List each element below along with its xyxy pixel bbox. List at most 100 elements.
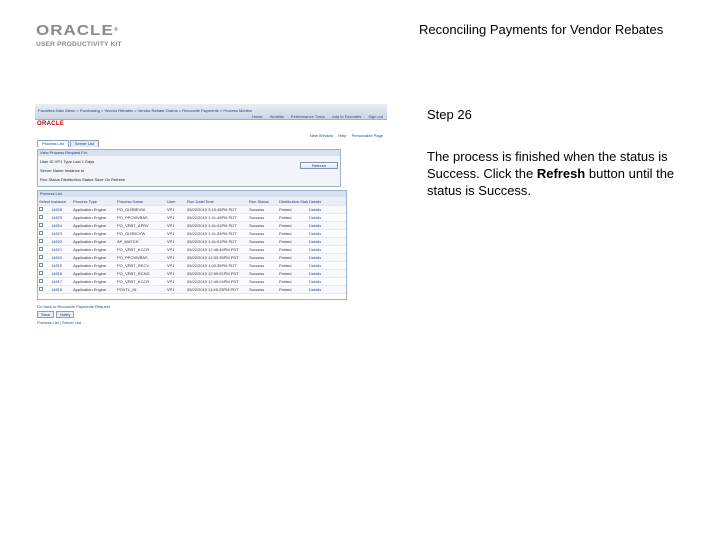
table-cell: 14826: [51, 207, 63, 212]
grid-col-header: Distribution Status: [279, 198, 308, 204]
screenshot-criteria-title: View Process Request For: [38, 150, 340, 156]
table-cell: Details: [309, 215, 322, 220]
table-cell: Details: [309, 239, 322, 244]
screenshot-tab-server-list: Server List: [69, 140, 99, 147]
row-checkbox: [38, 271, 50, 276]
table-cell: PO_VRBT_ACCR: [117, 247, 150, 252]
table-cell: VP1: [167, 287, 175, 292]
table-cell: 05/22/2013 12:59:51PM PDT: [187, 271, 239, 276]
table-cell: Application Engine: [73, 255, 107, 260]
table-row: 14817 Application Engine PO_VRBT_ACCR VP1 05…: [38, 278, 346, 286]
row-checkbox: [38, 263, 50, 268]
table-cell: PO_OLRBEVW: [117, 207, 146, 212]
table-cell: Application Engine: [73, 215, 107, 220]
table-cell: PO_PPCWVBAS: [117, 215, 148, 220]
table-cell: Details: [309, 287, 322, 292]
table-cell: 05/22/2013 1:41:34PM PDT: [187, 231, 237, 236]
table-cell: VP1: [167, 231, 175, 236]
screenshot-right-links: New Window Help Personalize Page: [306, 133, 383, 138]
oracle-logo-word: ORACLE®: [36, 22, 120, 39]
table-cell: VP1: [167, 223, 175, 228]
table-cell: PO_VRBT_RCND: [117, 271, 150, 276]
screenshot-save-button: Save: [37, 311, 55, 318]
table-cell: Posted: [279, 279, 292, 284]
table-cell: VP1: [167, 271, 175, 276]
table-cell: 05/22/2013 1:41:01PM PDT: [187, 239, 237, 244]
screenshot-link-performance-trace: Performance Trace: [290, 114, 325, 119]
table-cell: VP1: [167, 239, 175, 244]
table-cell: 14822: [51, 239, 63, 244]
screenshot-breadcrumbs: Favorites Main Menu > Purchasing > Vendo…: [38, 108, 253, 113]
screenshot-go-back-link: Go back to Reconcile Payments Request: [37, 304, 110, 309]
table-cell: Posted: [279, 239, 292, 244]
table-cell: PO_VRBT_RECV: [117, 263, 150, 268]
table-cell: Application Engine: [73, 271, 107, 276]
table-cell: Success: [249, 223, 265, 228]
table-cell: 05/22/2013 3:10:45PM PDT: [187, 207, 237, 212]
table-cell: 05/22/2013 1:00:35PM PDT: [187, 263, 237, 268]
row-checkbox: [38, 215, 50, 220]
table-cell: VP1: [167, 215, 175, 220]
grid-col-header: Run Date/Time: [187, 198, 214, 204]
table-cell: Success: [249, 255, 265, 260]
table-row: 14820 Application Engine PO_PPCWVBAS VP1 05/…: [38, 254, 346, 262]
grid-col-header: Select: [39, 198, 50, 204]
row-checkbox: [38, 247, 50, 252]
table-cell: 05/22/2013 12:48:46PM PDT: [187, 247, 239, 252]
table-cell: PO_PPCWVBAS: [117, 255, 148, 260]
table-cell: VP1: [167, 255, 175, 260]
table-cell: 05/22/2013 1:41:41PM PDT: [187, 223, 237, 228]
table-cell: 14817: [51, 279, 63, 284]
table-cell: Application Engine: [73, 207, 107, 212]
table-cell: 05/22/2013 1:41:49PM PDT: [187, 215, 237, 220]
table-cell: Posted: [279, 271, 292, 276]
row-checkbox: [38, 279, 50, 284]
table-cell: Details: [309, 255, 322, 260]
oracle-upk-logo: ORACLE® USER PRODUCTIVITY KIT: [36, 22, 126, 48]
step-instruction: The process is finished when the status …: [427, 148, 689, 199]
row-checkbox: [38, 239, 50, 244]
screenshot-link-help: Help: [338, 133, 347, 138]
table-row: 14821 Application Engine PO_VRBT_ACCR VP1 05…: [38, 246, 346, 254]
table-cell: 14818: [51, 271, 63, 276]
table-cell: Success: [249, 271, 265, 276]
table-cell: Posted: [279, 215, 292, 220]
row-checkbox: [38, 207, 50, 212]
step-label: Step 26: [427, 107, 472, 122]
screenshot-link-new-window: New Window: [309, 133, 334, 138]
table-cell: VP1: [167, 247, 175, 252]
table-cell: Posted: [279, 223, 292, 228]
table-cell: Details: [309, 263, 322, 268]
row-checkbox: [38, 287, 50, 292]
table-cell: Application Engine: [73, 263, 107, 268]
screenshot-link-worklist: Worklist: [269, 114, 284, 119]
grid-col-header: Details: [309, 198, 322, 204]
table-cell: Application Engine: [73, 247, 107, 252]
table-cell: 14816: [51, 287, 63, 292]
table-cell: Details: [309, 279, 322, 284]
screenshot-link-personalize: Personalize Page: [351, 133, 383, 138]
table-cell: 05/22/2013 12:33:35PM PDT: [187, 255, 239, 260]
table-row: 14816 Application Engine POVTL_IN VP1 05/22/…: [38, 286, 346, 294]
screenshot-grid-header: Select Instance Process Type Process Nam…: [38, 197, 346, 206]
table-cell: VP1: [167, 279, 175, 284]
screenshot-criteria-row: Server Name Instance to: [40, 168, 85, 173]
table-cell: Posted: [279, 207, 292, 212]
table-cell: Details: [309, 271, 322, 276]
table-row: 14824 Application Engine PO_VRBT_APRV VP1 05…: [38, 222, 346, 230]
table-cell: PO_OLRBCVW: [117, 231, 146, 236]
table-row: 14826 Application Engine PO_OLRBEVW VP1 05/2…: [38, 206, 346, 214]
screenshot-link-sign-out: Sign out: [368, 114, 383, 119]
table-cell: Application Engine: [73, 287, 107, 292]
table-cell: Success: [249, 287, 265, 292]
screenshot-top-links: Home Worklist Performance Trace Add to F…: [246, 114, 383, 119]
instruction-bold-refresh: Refresh: [536, 166, 586, 181]
table-cell: Application Engine: [73, 231, 107, 236]
table-cell: 05/22/2013 11:45:23PM PDT: [187, 287, 239, 292]
refresh-button[interactable]: Refresh: [300, 162, 338, 169]
screenshot-oracle-brand: ORACLE: [37, 121, 65, 127]
table-cell: AP_MATCH: [117, 239, 139, 244]
table-cell: PO_VRBT_APRV: [117, 223, 149, 228]
table-cell: POVTL_IN: [117, 287, 137, 292]
table-cell: Posted: [279, 247, 292, 252]
